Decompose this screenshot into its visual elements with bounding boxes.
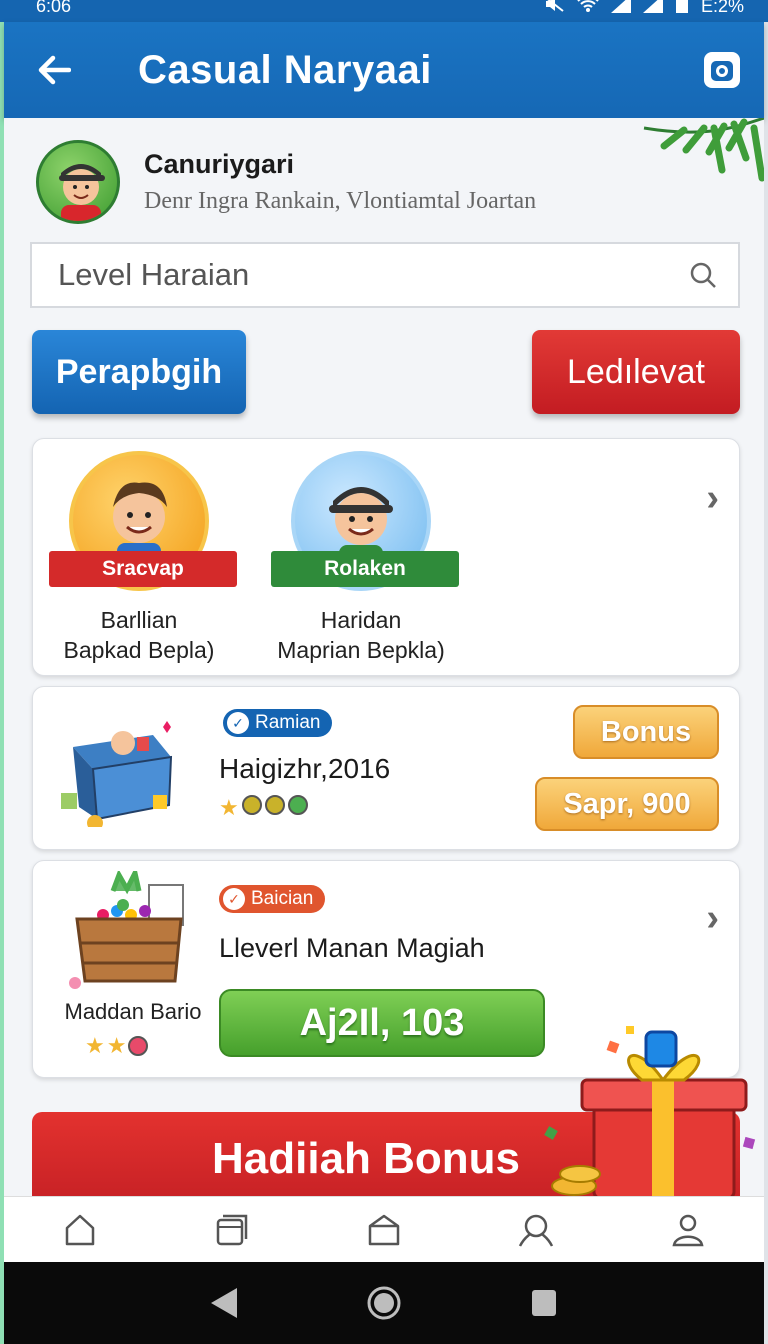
triangle-back-icon [211,1288,237,1318]
crate-label: Maddan Bario [64,999,202,1024]
system-back-button[interactable] [194,1273,254,1333]
category-chip: ✓ Baician [219,885,326,913]
status-time: 6:06 [36,0,72,16]
gift-box-icon [544,1026,756,1196]
window-edge-right [764,0,768,1344]
player-medal: Sracvap [49,451,237,591]
bonus-button[interactable]: Bonus [573,705,719,759]
player-ribbon: Rolaken [271,551,459,587]
player-item[interactable]: Rolaken Haridan Maprian Bepkla) [261,451,461,665]
star-icon: ★ [85,1033,105,1058]
cards-icon [216,1214,248,1245]
chip-body: ✓ Ramian [223,709,333,737]
profile-icon [672,1214,704,1246]
gem-icon [287,795,308,815]
player-name-line2: Bapkad Bepla) [63,637,215,663]
nav-search[interactable] [506,1200,566,1260]
nav-cards[interactable] [202,1200,262,1260]
chevron-right-icon[interactable]: › [706,897,719,940]
arrow-left-icon [38,55,71,85]
profile-header: Canuriygari Denr Ingra Rankain, Vlontiam… [36,140,536,224]
coin-icon [264,795,285,815]
signal-icon [610,0,631,18]
check-icon: ✓ [223,888,245,910]
player-medal: Rolaken [271,451,459,591]
coin-icon [241,795,262,815]
battery-level: E:2% [700,0,744,16]
player-name-line1: Barllian [100,607,178,633]
battery-icon [675,0,689,18]
category-chip: ✓ Ramian [219,709,344,737]
main-content: Canuriygari Denr Ingra Rankain, Vlontiam… [4,118,764,1196]
star-icon: ★ [219,795,239,820]
status-icons: E:2% [543,0,744,18]
square-recents-icon [532,1290,556,1316]
profile-name: Canuriygari [144,149,295,179]
system-home-button[interactable] [354,1273,414,1333]
search-icon[interactable] [688,260,718,290]
player-item[interactable]: Sracvap Barllian Bapkad Bepla) [39,451,239,665]
player-name: Haridan Maprian Bepkla) [261,605,461,665]
reward-title: Haigizhr,2016 [219,753,391,784]
mute-icon [543,0,565,18]
chip-label: Ramian [255,712,321,733]
system-recents-button[interactable] [514,1273,574,1333]
bottom-nav [4,1196,764,1262]
banner-label: Hadiiah Bonus [212,1134,521,1183]
amount-button[interactable]: Sapr, 900 [535,777,719,831]
back-button[interactable] [4,22,104,118]
nav-store[interactable] [354,1200,414,1260]
gem-icon [128,1036,149,1056]
system-nav-bar [4,1262,764,1344]
star-icon: ★ [106,1033,127,1058]
chevron-right-icon[interactable]: › [706,477,719,520]
player-name: Barllian Bapkad Bepla) [39,605,239,665]
chip-body: ✓ Baician [219,885,326,913]
store-icon [368,1214,400,1245]
camera-icon [711,61,733,81]
player-name-line2: Maprian Bepkla) [277,637,445,663]
status-bar: 6:06 E:2% [0,0,768,22]
profile-subtitle: Denr Ingra Rankain, Vlontiamtal Joartan [144,188,537,214]
leaderboard-card[interactable]: Sracvap Barllian Bapkad Bepla) Rolaken H… [32,438,740,676]
wifi-icon [577,0,599,18]
check-icon: ✓ [227,712,249,734]
chip-label: Baician [251,888,314,909]
avatar[interactable] [36,140,120,224]
player-name-line1: Haridan [320,607,402,633]
palm-leaves-decoration [643,118,764,182]
circle-home-icon [367,1286,401,1320]
level-action-button[interactable]: Aj2Il, 103 [219,989,545,1057]
search-input[interactable] [58,257,688,293]
rating-icons: ★ [219,795,308,821]
search-bar [30,242,740,308]
camera-button[interactable] [704,52,740,88]
secondary-button[interactable]: Ledılevat [532,330,740,414]
search-icon [518,1214,554,1247]
page-title: Casual Naryaai [138,47,432,92]
toy-box-icon [61,721,173,827]
level-title: Lleverl Manan Magiah [219,933,485,963]
signal-icon-2 [642,0,663,18]
app-bar: Casual Naryaai [4,22,764,118]
nav-profile[interactable] [658,1200,718,1260]
treasure-crate-icon [69,871,184,989]
home-icon [65,1214,95,1245]
reward-card[interactable]: ✓ Ramian Haigizhr,2016 ★ Bonus Sapr, 900 [32,686,740,850]
player-ribbon: Sracvap [49,551,237,587]
nav-home[interactable] [50,1200,110,1260]
rating-icons: ★ ★ [85,1033,149,1059]
primary-button[interactable]: Perapbgih [32,330,246,414]
